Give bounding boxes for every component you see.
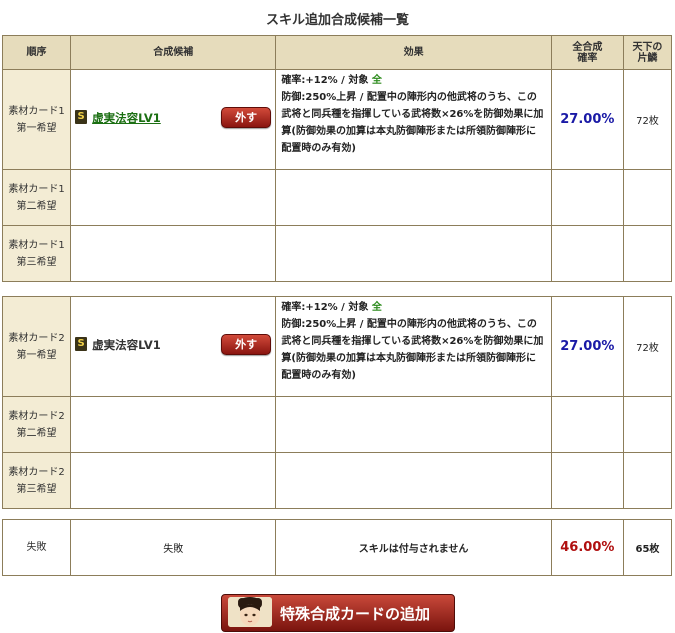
character-face-icon xyxy=(228,597,272,627)
candidate-cell[interactable] xyxy=(70,169,277,226)
failure-row: 失敗 失敗 スキルは付与されません 46.00% 65枚 xyxy=(1,519,673,576)
order-cell: 素材カード2 第一希望 xyxy=(1,296,72,397)
order-line1: 素材カード1 xyxy=(8,105,65,117)
rate-value xyxy=(550,396,624,453)
table-row: 素材カード1 第一希望 S 虚実法容LV1 外す 確率:+12% / 対象 全防御… xyxy=(1,69,673,170)
header-row: 順序 合成候補 効果 全合成 確率 天下の 片鱗 xyxy=(1,35,673,70)
order-cell: 素材カード1 第二希望 xyxy=(1,169,72,226)
count-value: 72枚 xyxy=(622,69,673,170)
order-line2: 第一希望 xyxy=(16,349,57,361)
table-row: 素材カード2 第三希望 xyxy=(1,452,673,509)
effect-target: 全 xyxy=(371,302,382,313)
rate-value: 27.00% xyxy=(550,296,624,397)
order-cell: 素材カード1 第三希望 xyxy=(1,225,72,282)
order-line1: 素材カード2 xyxy=(8,332,65,344)
order-line2: 第一希望 xyxy=(16,122,57,134)
order-cell: 素材カード1 第一希望 xyxy=(1,69,72,170)
rate-value xyxy=(550,452,624,509)
order-line1: 素材カード1 xyxy=(8,239,65,251)
order-line1: 素材カード2 xyxy=(8,410,65,422)
skill-rank-badge: S xyxy=(75,337,88,351)
effect-cell xyxy=(275,452,552,509)
header-rate: 全合成 確率 xyxy=(550,35,624,70)
skill-name-link[interactable]: 虚実法容LV1 xyxy=(92,110,161,126)
count-value xyxy=(622,396,673,453)
header-count-line1: 天下の xyxy=(632,41,663,53)
failure-effect: スキルは付与されません xyxy=(275,519,552,576)
order-line2: 第二希望 xyxy=(16,427,57,439)
table-row: 素材カード1 第三希望 xyxy=(1,225,673,282)
group1-table: 順序 合成候補 効果 全合成 確率 天下の 片鱗 素材カード1 第一希望 S 虚実法容… xyxy=(1,35,673,282)
order-line2: 第三希望 xyxy=(16,256,57,268)
count-value xyxy=(622,225,673,282)
order-cell: 素材カード2 第三希望 xyxy=(1,452,72,509)
candidate-cell[interactable] xyxy=(70,225,277,282)
effect-cell xyxy=(275,396,552,453)
effect-cell xyxy=(275,225,552,282)
page-title: スキル追加合成候補一覧 xyxy=(265,13,409,28)
count-value xyxy=(622,169,673,226)
effect-cell xyxy=(275,169,552,226)
count-value xyxy=(622,452,673,509)
effect-body: 防御:250%上昇 / 配置中の陣形内の他武将のうち、この武将と同兵種を指揮して… xyxy=(281,92,544,154)
candidate-cell[interactable] xyxy=(70,452,277,509)
skill-rank-badge: S xyxy=(75,110,88,124)
header-count-line2: 片鱗 xyxy=(637,52,658,64)
candidate-cell: S 虚実法容LV1 外す xyxy=(70,69,277,170)
remove-button[interactable]: 外す xyxy=(221,334,272,355)
effect-cell: 確率:+12% / 対象 全防御:250%上昇 / 配置中の陣形内の他武将のうち… xyxy=(275,296,552,397)
skill-name: 虚実法容LV1 xyxy=(92,338,161,352)
order-line2: 第二希望 xyxy=(16,200,57,212)
table-row: 素材カード2 第二希望 xyxy=(1,396,673,453)
group2-table: 素材カード2 第一希望 S 虚実法容LV1 外す 確率:+12% / 対象 全防御… xyxy=(1,296,673,509)
order-line2: 第三希望 xyxy=(16,483,57,495)
rate-value xyxy=(550,225,624,282)
failure-candidate: 失敗 xyxy=(70,519,277,576)
add-special-card-button[interactable]: 特殊合成カードの追加 xyxy=(221,594,455,632)
candidate-cell: S 虚実法容LV1 外す xyxy=(70,296,277,397)
failure-rate: 46.00% xyxy=(550,519,624,576)
order-line1: 素材カード1 xyxy=(8,183,65,195)
candidate-cell[interactable] xyxy=(70,396,277,453)
table-row: 素材カード1 第二希望 xyxy=(1,169,673,226)
header-count: 天下の 片鱗 xyxy=(622,35,673,70)
header-effect: 効果 xyxy=(275,35,552,70)
avatar xyxy=(228,597,272,627)
rate-value: 27.00% xyxy=(550,69,624,170)
header-order: 順序 xyxy=(1,35,72,70)
effect-target: 全 xyxy=(371,75,382,86)
remove-button[interactable]: 外す xyxy=(221,107,272,128)
special-button-label: 特殊合成カードの追加 xyxy=(280,605,431,623)
rate-value xyxy=(550,169,624,226)
count-value: 72枚 xyxy=(622,296,673,397)
table-row: 素材カード2 第一希望 S 虚実法容LV1 外す 確率:+12% / 対象 全防御… xyxy=(1,296,673,397)
order-cell: 素材カード2 第二希望 xyxy=(1,396,72,453)
effect-body: 防御:250%上昇 / 配置中の陣形内の他武将のうち、この武将と同兵種を指揮して… xyxy=(281,319,544,381)
failure-count: 65枚 xyxy=(622,519,673,576)
header-candidate: 合成候補 xyxy=(70,35,277,70)
header-rate-line1: 全合成 xyxy=(572,41,603,53)
effect-rate: 確率:+12% / 対象 xyxy=(281,302,372,313)
failure-table: 失敗 失敗 スキルは付与されません 46.00% 65枚 xyxy=(1,519,673,576)
effect-cell: 確率:+12% / 対象 全防御:250%上昇 / 配置中の陣形内の他武将のうち… xyxy=(275,69,552,170)
header-rate-line2: 確率 xyxy=(577,52,598,64)
failure-order: 失敗 xyxy=(1,519,72,576)
effect-rate: 確率:+12% / 対象 xyxy=(281,75,372,86)
order-line1: 素材カード2 xyxy=(8,466,65,478)
